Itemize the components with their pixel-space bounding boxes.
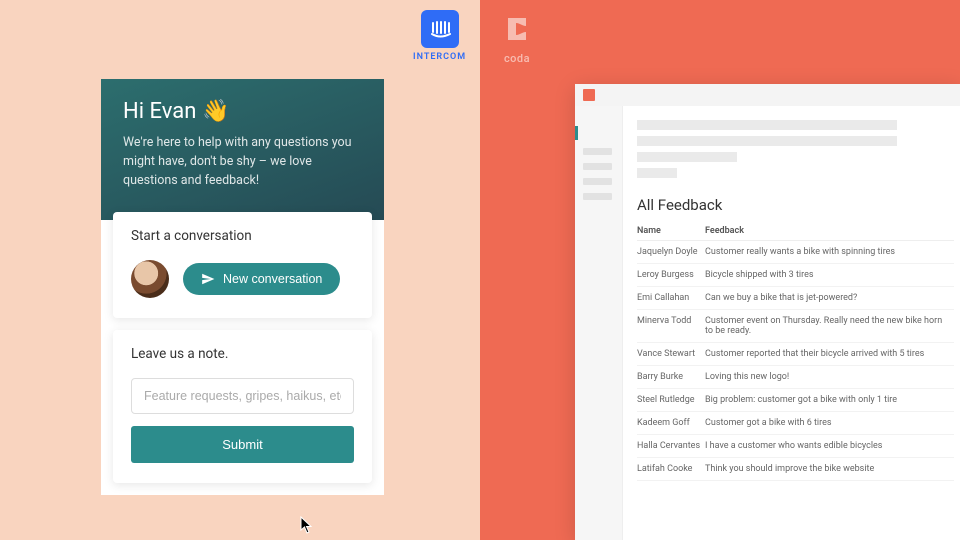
table-row[interactable]: Kadeem GoffCustomer got a bike with 6 ti… [637, 412, 954, 435]
table-row[interactable]: Halla CervantesI have a customer who wan… [637, 435, 954, 458]
send-icon [201, 272, 215, 286]
intercom-widget: Hi Evan 👋 We're here to help with any qu… [101, 79, 384, 495]
cell-feedback: Think you should improve the bike websit… [705, 464, 954, 474]
cell-feedback: Can we buy a bike that is jet-powered? [705, 293, 954, 303]
cell-name: Steel Rutledge [637, 395, 705, 405]
greeting-subtext: We're here to help with any questions yo… [123, 134, 353, 190]
sidebar-item[interactable] [583, 178, 612, 185]
intercom-logo-icon [421, 10, 459, 48]
cell-name: Latifah Cooke [637, 464, 705, 474]
cell-name: Leroy Burgess [637, 270, 705, 280]
cell-feedback: I have a customer who wants edible bicyc… [705, 441, 954, 451]
sidebar-item[interactable] [583, 163, 612, 170]
feedback-title: All Feedback [637, 196, 954, 214]
cell-name: Barry Burke [637, 372, 705, 382]
cell-feedback: Big problem: customer got a bike with on… [705, 395, 954, 405]
coda-sidebar [575, 106, 623, 540]
sidebar-item[interactable] [583, 148, 612, 155]
intercom-brand-label: INTERCOM [413, 52, 466, 62]
cell-feedback: Customer got a bike with 6 tires [705, 418, 954, 428]
table-row[interactable]: Vance StewartCustomer reported that thei… [637, 343, 954, 366]
start-conversation-title: Start a conversation [131, 228, 354, 244]
table-row[interactable]: Steel RutledgeBig problem: customer got … [637, 389, 954, 412]
cell-name: Jaquelyn Doyle [637, 247, 705, 257]
wave-icon: 👋 [202, 99, 229, 124]
cell-name: Minerva Todd [637, 316, 705, 336]
table-header-row: Name Feedback [637, 222, 954, 241]
cell-feedback: Customer event on Thursday. Really need … [705, 316, 954, 336]
agent-avatar [131, 260, 169, 298]
leave-note-card: Leave us a note. Submit [113, 330, 372, 483]
cell-name: Emi Callahan [637, 293, 705, 303]
coda-brand: coda [498, 10, 536, 65]
coda-brand-label: coda [498, 52, 536, 65]
cell-feedback: Loving this new logo! [705, 372, 954, 382]
greeting-text: Hi Evan [123, 99, 196, 124]
cell-feedback: Customer reported that their bicycle arr… [705, 349, 954, 359]
intercom-brand: INTERCOM [413, 10, 466, 62]
table-row[interactable]: Leroy BurgessBicycle shipped with 3 tire… [637, 264, 954, 287]
table-row[interactable]: Barry BurkeLoving this new logo! [637, 366, 954, 389]
active-tab-indicator [575, 126, 578, 140]
cell-feedback: Bicycle shipped with 3 tires [705, 270, 954, 280]
greeting: Hi Evan 👋 [123, 99, 362, 124]
cell-name: Kadeem Goff [637, 418, 705, 428]
table-row[interactable]: Jaquelyn DoyleCustomer really wants a bi… [637, 241, 954, 264]
col-header-name: Name [637, 226, 705, 236]
sidebar-item[interactable] [583, 193, 612, 200]
start-conversation-card: Start a conversation New conversation [113, 212, 372, 318]
leave-note-title: Leave us a note. [131, 346, 354, 362]
cell-name: Halla Cervantes [637, 441, 705, 451]
new-conversation-label: New conversation [223, 272, 322, 286]
placeholder-bars [637, 120, 954, 178]
col-header-feedback: Feedback [705, 226, 954, 236]
coda-titlebar [575, 84, 960, 106]
note-input[interactable] [131, 378, 354, 414]
submit-button[interactable]: Submit [131, 426, 354, 463]
cell-name: Vance Stewart [637, 349, 705, 359]
table-row[interactable]: Emi CallahanCan we buy a bike that is je… [637, 287, 954, 310]
coda-doc-icon [583, 89, 595, 101]
coda-logo-icon [498, 10, 536, 48]
cell-feedback: Customer really wants a bike with spinni… [705, 247, 954, 257]
table-row[interactable]: Minerva ToddCustomer event on Thursday. … [637, 310, 954, 343]
feedback-table: Name Feedback Jaquelyn DoyleCustomer rea… [637, 222, 954, 481]
new-conversation-button[interactable]: New conversation [183, 263, 340, 295]
coda-main: All Feedback Name Feedback Jaquelyn Doyl… [623, 106, 960, 540]
intercom-header: Hi Evan 👋 We're here to help with any qu… [101, 79, 384, 220]
coda-window: All Feedback Name Feedback Jaquelyn Doyl… [575, 84, 960, 540]
table-row[interactable]: Latifah CookeThink you should improve th… [637, 458, 954, 481]
